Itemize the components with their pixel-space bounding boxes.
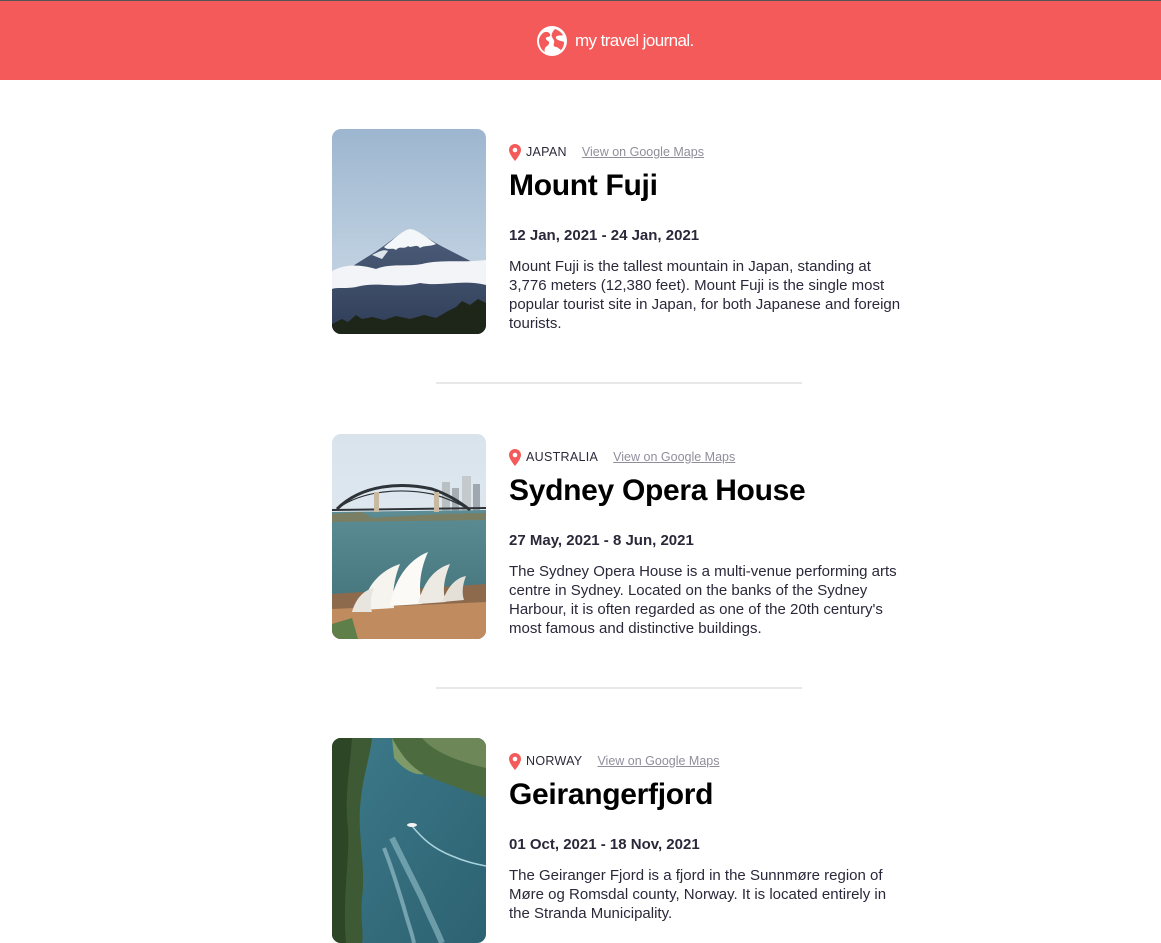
entry-dates: 12 Jan, 2021 - 24 Jan, 2021 — [509, 227, 700, 244]
entry-divider — [436, 382, 802, 384]
entry-photo-mount-fuji — [332, 129, 486, 334]
country-label: JAPAN — [526, 145, 567, 159]
entry-dates: 01 Oct, 2021 - 18 Nov, 2021 — [509, 836, 700, 853]
journal-entry: JAPAN View on Google Maps Mount Fuji 12 … — [332, 129, 932, 334]
entry-description: Mount Fuji is the tallest mountain in Ja… — [509, 258, 901, 332]
entry-description: The Sydney Opera House is a multi-venue … — [509, 563, 897, 637]
globe-icon — [536, 25, 568, 57]
entry-dates: 27 May, 2021 - 8 Jun, 2021 — [509, 532, 694, 549]
country-label: NORWAY — [526, 754, 583, 768]
journal-entry: NORWAY View on Google Maps Geirangerfjor… — [332, 738, 932, 943]
location-pin-icon — [509, 752, 521, 770]
entry-photo-sydney-opera-house — [332, 434, 486, 639]
location-row: NORWAY View on Google Maps — [509, 752, 720, 770]
location-row: AUSTRALIA View on Google Maps — [509, 448, 735, 466]
entry-title: Sydney Opera House — [509, 474, 806, 507]
location-pin-icon — [509, 143, 521, 161]
country-label: AUSTRALIA — [526, 450, 599, 464]
entry-description: The Geiranger Fjord is a fjord in the Su… — [509, 867, 887, 922]
google-maps-link[interactable]: View on Google Maps — [613, 450, 735, 464]
brand-logo[interactable]: my travel journal. — [536, 25, 694, 57]
journal-entry: AUSTRALIA View on Google Maps Sydney Ope… — [332, 434, 932, 639]
entry-title: Geirangerfjord — [509, 778, 714, 811]
location-pin-icon — [509, 448, 521, 466]
google-maps-link[interactable]: View on Google Maps — [597, 754, 719, 768]
site-header: my travel journal. — [0, 1, 1161, 80]
entry-title: Mount Fuji — [509, 169, 658, 202]
location-row: JAPAN View on Google Maps — [509, 143, 704, 161]
brand-name: my travel journal. — [575, 31, 694, 50]
entry-photo-geirangerfjord — [332, 738, 486, 943]
entry-divider — [436, 687, 802, 689]
google-maps-link[interactable]: View on Google Maps — [582, 145, 704, 159]
